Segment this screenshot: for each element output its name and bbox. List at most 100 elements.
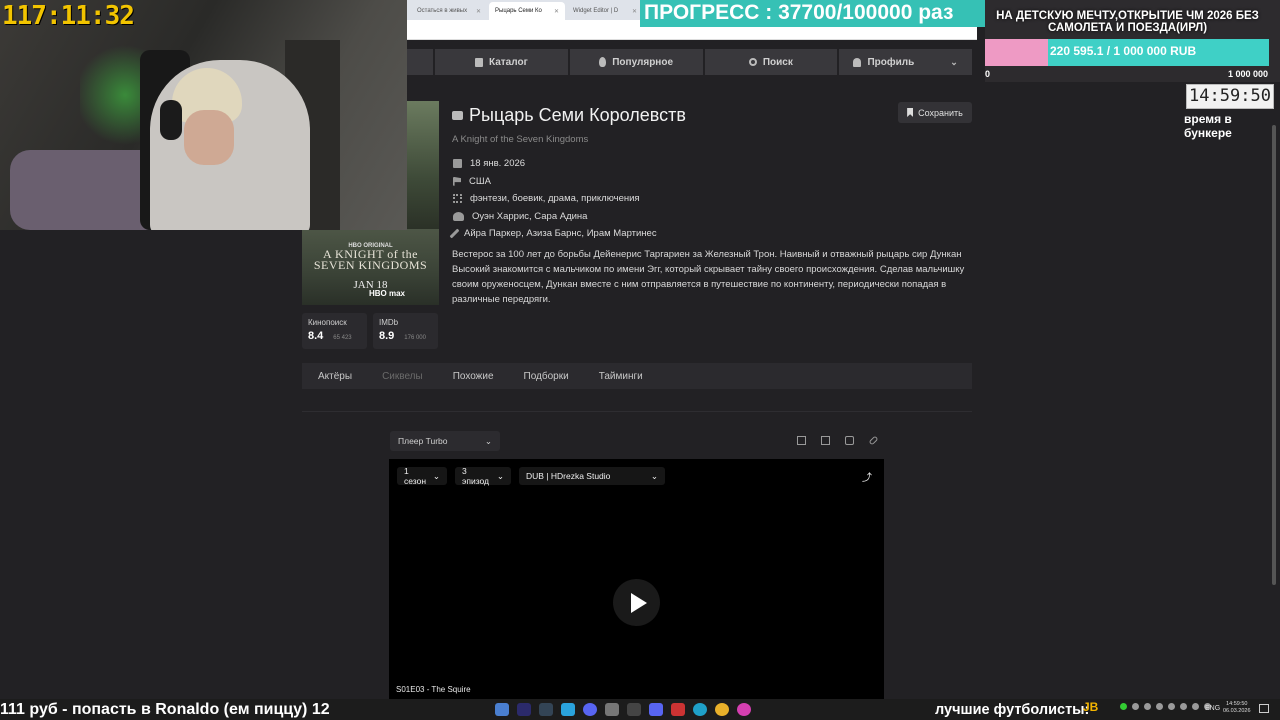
fire-icon [599,57,607,67]
season-value: 1 сезон [404,466,427,486]
rating-imdb[interactable]: IMDb 8.9 176 000 [373,313,438,349]
fullscreen-button[interactable] [815,431,835,449]
search-icon [748,58,757,66]
volume-icon[interactable] [1144,703,1151,710]
save-label: Сохранить [918,107,963,118]
mic-icon[interactable] [1156,703,1163,710]
system-tray [1120,703,1211,710]
save-button[interactable]: Сохранить [898,102,972,123]
file-explorer-icon[interactable] [495,703,509,716]
meta-writers-value: Айра Паркер, Азиза Барнс, Ирам Мартинес [464,228,657,240]
footballers-label: лучшие футболисты: [935,702,1090,718]
screen: Остаться в живых ✕ Рыцарь Семи Ко ✕ Widget… [0,0,1280,720]
chevron-down-icon: ⌄ [496,470,504,481]
pen-icon [449,228,460,239]
chevron-down-icon: ⌄ [650,470,658,481]
season-select[interactable]: 1 сезон ⌄ [397,466,447,486]
user-icon [853,57,862,67]
twitch-icon[interactable] [737,703,751,716]
steam-icon[interactable] [539,703,553,716]
browser-tab[interactable]: Остаться в живых ✕ [411,2,487,20]
nav-home-stub[interactable] [407,49,433,75]
nav-profile[interactable]: Профиль ⌄ [839,49,972,75]
episode-label: S01E03 - The Squire [396,685,471,694]
meta-country-value: США [469,175,491,187]
premiere-icon[interactable] [517,703,531,716]
poster-network: HBO max [368,289,405,298]
nav-label: Поиск [762,56,793,68]
player-tools [791,431,883,449]
play-button[interactable] [613,579,660,626]
share-icon[interactable]: ⤴ [858,467,876,485]
browser-tab[interactable]: Widget Editor | D ✕ [567,2,643,20]
expand-icon [796,435,806,445]
meta-genres: фэнтези, боевик, драма, приключения [453,190,657,208]
rating-label: Кинопоиск [308,318,347,327]
tv-icon [452,111,463,120]
language-indicator[interactable]: ENG [1205,705,1220,712]
webcam-feed [0,0,407,230]
obs-icon[interactable] [627,703,641,716]
bunker-label: время в бункере [1184,112,1232,140]
bunker-clock: 14:59:50 [1186,84,1274,109]
calendar-icon [453,159,462,169]
goal-title: НА ДЕТСКУЮ МЕЧТУ,ОТКРЫТИЕ ЧМ 2026 БЕЗ СА… [996,10,1259,34]
telegram-icon[interactable] [561,703,575,716]
app-icon[interactable] [671,703,685,716]
fullscreen-icon [820,435,830,445]
cloud-icon[interactable] [1180,703,1187,710]
rating-votes: 176 000 [404,335,426,341]
divider [302,411,972,412]
meta-creators: Оуэн Харрис, Сара Адина [453,208,657,226]
edge-icon[interactable] [693,703,707,716]
rating-label: IMDb [379,318,399,327]
cam-face [184,110,234,165]
chrome-icon[interactable] [715,703,729,716]
poster-image[interactable]: HBO ORIGINAL A KNIGHT of the SEVEN KINGD… [302,229,439,305]
system-time: 14:59:50 [1226,701,1248,707]
nav-popular[interactable]: Популярное [569,49,703,75]
close-icon[interactable]: ✕ [554,8,559,15]
link-button[interactable] [863,431,883,449]
tab-collections[interactable]: Подборки [524,371,569,382]
donation-ticker: 111 руб - попасть в Ronaldo (ем пиццу) 1… [0,701,330,718]
battery-icon[interactable] [1168,703,1175,710]
tab-sequels[interactable]: Сиквелы [382,371,423,382]
tab-label: Остаться в живых [417,8,468,14]
tab-actors[interactable]: Актёры [318,371,352,382]
comment-button[interactable] [839,431,859,449]
settings-icon[interactable] [605,703,619,716]
network-icon[interactable] [1132,703,1139,710]
notification-icon[interactable] [1259,704,1269,713]
page-title: Рыцарь Семи Королевств [469,105,686,125]
close-icon[interactable]: ✕ [632,8,637,15]
browser-tab-active[interactable]: Рыцарь Семи Ко ✕ [489,2,565,20]
player-source-select[interactable]: Плеер Turbo ⌄ [390,431,500,451]
tab-timings[interactable]: Тайминги [599,371,643,382]
meta-date: 18 янв. 2026 [453,155,657,173]
discord-icon[interactable] [649,703,663,716]
grid-icon [453,194,462,204]
player-source-value: Плеер Turbo [398,436,448,446]
episode-select[interactable]: 3 эпизод ⌄ [455,466,511,486]
scroll-thumb[interactable] [1272,125,1276,585]
tab-similar[interactable]: Похожие [453,371,494,382]
vpn-icon[interactable] [583,703,597,716]
dub-select[interactable]: DUB | HDrezka Studio ⌄ [519,467,665,485]
goal-amount: 220 595.1 / 1 000 000 RUB [1050,44,1197,58]
rating-kinopoisk[interactable]: Кинопоиск 8.4 65 423 [302,313,367,349]
system-clock[interactable]: 14:59:50 06.03.2026 [1223,701,1251,715]
link-icon [868,435,878,445]
video-player[interactable]: 1 сезон ⌄ 3 эпизод ⌄ DUB | HDrezka Studio ⌄… [389,459,884,699]
close-icon[interactable]: ✕ [476,8,481,15]
goal-max: 1 000 000 [1227,69,1268,79]
page-scrollbar[interactable] [1270,125,1278,605]
status-icon[interactable] [1120,703,1127,710]
chevron-down-icon: ⌄ [950,56,958,67]
taskbar-apps [495,703,751,716]
tray-icon[interactable] [1192,703,1199,710]
nav-search[interactable]: Поиск [704,49,838,75]
goal-progress-fill [985,39,1048,66]
expand-button[interactable] [791,431,811,449]
nav-catalog[interactable]: Каталог [435,49,568,75]
